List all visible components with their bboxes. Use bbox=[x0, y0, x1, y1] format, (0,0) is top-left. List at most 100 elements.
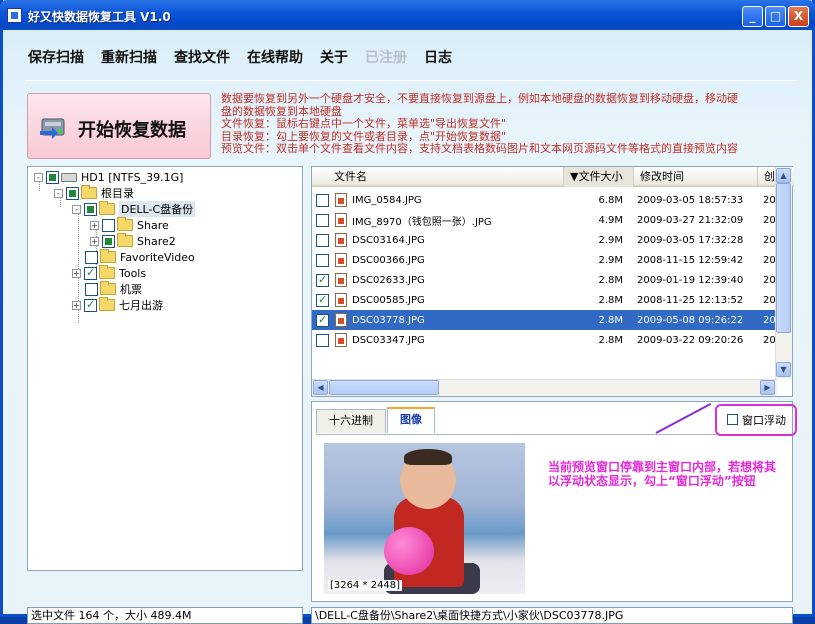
tree-node-share[interactable]: + Share bbox=[90, 217, 169, 233]
list-horizontal-scrollbar[interactable]: ◀ ▶ bbox=[312, 379, 777, 396]
file-row[interactable]: DSC03164.JPG 2.9M 2009-03-05 17:32:28 20 bbox=[312, 230, 777, 250]
folder-icon bbox=[99, 201, 115, 215]
row-checkbox[interactable] bbox=[316, 233, 329, 247]
folder-icon bbox=[81, 185, 97, 199]
menu-bar: 保存扫描 重新扫描 查找文件 在线帮助 关于 已注册 日志 bbox=[28, 47, 469, 67]
file-row[interactable]: IMG_8970（钱包照一张）.JPG 4.9M 2009-03-27 21:3… bbox=[312, 210, 777, 230]
tree-label: 根目录 bbox=[101, 187, 134, 200]
tree-label: 机票 bbox=[120, 283, 142, 296]
image-file-icon bbox=[335, 293, 347, 307]
recovery-icon bbox=[40, 118, 65, 139]
menu-about[interactable]: 关于 bbox=[320, 47, 348, 67]
tree-checkbox[interactable] bbox=[102, 234, 115, 248]
folder-icon bbox=[100, 281, 116, 295]
title-bar[interactable]: 好又快数据恢复工具 V1.0 _ □ X bbox=[0, 0, 815, 30]
scroll-thumb[interactable] bbox=[776, 183, 791, 333]
row-checkbox[interactable] bbox=[316, 253, 329, 267]
float-window-highlight: 窗口浮动 bbox=[715, 404, 797, 436]
row-checkbox[interactable] bbox=[316, 213, 329, 227]
file-time: 2008-11-15 12:59:42 bbox=[637, 254, 744, 266]
expand-toggle[interactable]: + bbox=[72, 268, 81, 278]
file-row[interactable]: DSC03347.JPG 2.8M 2009-03-22 09:20:26 20 bbox=[312, 330, 777, 350]
directory-tree[interactable]: - HD1 [NTFS_39.1G] - 根目录 - DELL-C盘备份 + S… bbox=[27, 166, 303, 571]
file-name: DSC03778.JPG bbox=[352, 314, 425, 326]
file-size: 2.8M bbox=[598, 314, 623, 326]
row-checkbox[interactable] bbox=[316, 333, 329, 347]
folder-icon bbox=[117, 217, 133, 231]
close-button[interactable]: X bbox=[788, 6, 809, 27]
file-created: 20 bbox=[763, 334, 776, 346]
row-checkbox[interactable] bbox=[316, 313, 329, 327]
tree-checkbox[interactable] bbox=[85, 250, 98, 264]
row-checkbox[interactable] bbox=[316, 273, 329, 287]
tree-node-share2[interactable]: + Share2 bbox=[90, 233, 176, 249]
scroll-left-arrow-icon[interactable]: ◀ bbox=[313, 380, 328, 395]
tree-checkbox[interactable] bbox=[84, 266, 97, 280]
expand-toggle[interactable]: - bbox=[34, 172, 43, 182]
file-size: 2.8M bbox=[598, 294, 623, 306]
expand-toggle[interactable]: - bbox=[72, 204, 81, 214]
tree-checkbox[interactable] bbox=[84, 202, 97, 216]
tree-label: Share2 bbox=[137, 234, 176, 248]
tree-label: DELL-C盘备份 bbox=[119, 201, 196, 217]
tree-checkbox[interactable] bbox=[46, 170, 59, 184]
tree-node-july-trip[interactable]: + 七月出游 bbox=[72, 297, 163, 313]
column-filename[interactable]: 文件名 bbox=[312, 167, 564, 187]
file-time: 2008-11-25 12:13:52 bbox=[637, 294, 744, 306]
expand-toggle[interactable]: - bbox=[54, 188, 63, 198]
menu-online-help[interactable]: 在线帮助 bbox=[247, 47, 303, 67]
scroll-up-arrow-icon[interactable]: ▲ bbox=[776, 168, 791, 183]
expand-toggle[interactable]: + bbox=[72, 300, 81, 310]
row-checkbox[interactable] bbox=[316, 293, 329, 307]
menu-log[interactable]: 日志 bbox=[424, 47, 452, 67]
file-time: 2009-03-05 17:32:28 bbox=[637, 234, 744, 246]
menu-rescan[interactable]: 重新扫描 bbox=[101, 47, 157, 67]
tab-image[interactable]: 图像 bbox=[387, 407, 435, 433]
file-time: 2009-05-08 09:26:22 bbox=[637, 314, 744, 326]
file-row[interactable]: DSC00366.JPG 2.9M 2008-11-15 12:59:42 20 bbox=[312, 250, 777, 270]
tree-checkbox[interactable] bbox=[84, 298, 97, 312]
menu-save-scan[interactable]: 保存扫描 bbox=[28, 47, 84, 67]
folder-icon bbox=[100, 249, 116, 263]
scroll-right-arrow-icon[interactable]: ▶ bbox=[760, 380, 775, 395]
tree-label: 七月出游 bbox=[119, 299, 163, 312]
drive-icon bbox=[61, 172, 77, 182]
file-row-selected[interactable]: DSC03778.JPG 2.8M 2009-05-08 09:26:22 20 bbox=[312, 310, 777, 330]
scroll-down-arrow-icon[interactable]: ▼ bbox=[776, 362, 791, 377]
list-vertical-scrollbar[interactable]: ▲ ▼ bbox=[775, 167, 792, 379]
file-row[interactable]: IMG_0584.JPG 6.8M 2009-03-05 18:57:33 20 bbox=[312, 190, 777, 210]
status-path: \DELL-C盘备份\Share2\桌面快捷方式\小家伙\DSC03778.JP… bbox=[311, 607, 793, 624]
expand-toggle[interactable]: + bbox=[90, 236, 99, 246]
tree-node-root[interactable]: - 根目录 bbox=[54, 185, 134, 201]
tree-node-tools[interactable]: + Tools bbox=[72, 265, 146, 281]
file-row[interactable]: DSC00585.JPG 2.8M 2008-11-25 12:13:52 20 bbox=[312, 290, 777, 310]
column-filesize[interactable]: ▼文件大小 bbox=[564, 167, 634, 187]
column-modified[interactable]: 修改时间 bbox=[634, 167, 758, 187]
tab-hex[interactable]: 十六进制 bbox=[316, 409, 386, 433]
tree-checkbox[interactable] bbox=[85, 282, 98, 296]
tree-node-favoritevideo[interactable]: FavoriteVideo bbox=[85, 249, 195, 265]
scroll-thumb[interactable] bbox=[329, 380, 439, 395]
expand-toggle[interactable]: + bbox=[90, 220, 99, 230]
tree-node-tickets[interactable]: 机票 bbox=[85, 281, 142, 297]
start-recovery-button[interactable]: 开始恢复数据 bbox=[27, 93, 211, 159]
tree-checkbox[interactable] bbox=[66, 186, 79, 200]
menu-registered: 已注册 bbox=[365, 50, 407, 66]
file-size: 6.8M bbox=[598, 194, 623, 206]
file-row[interactable]: DSC02633.JPG 2.8M 2009-01-19 12:39:40 20 bbox=[312, 270, 777, 290]
image-dimensions: [3264 * 2448] bbox=[328, 580, 403, 591]
minimize-button[interactable]: _ bbox=[742, 6, 763, 27]
tree-node-hd1[interactable]: - HD1 [NTFS_39.1G] bbox=[34, 169, 183, 185]
row-checkbox[interactable] bbox=[316, 193, 329, 207]
tree-label: Tools bbox=[119, 266, 147, 280]
status-selection: 选中文件 164 个，大小 489.4M bbox=[27, 607, 303, 624]
preview-image bbox=[324, 443, 525, 594]
maximize-button[interactable]: □ bbox=[765, 6, 786, 27]
file-created: 20 bbox=[763, 234, 776, 246]
tree-node-dell-backup[interactable]: - DELL-C盘备份 bbox=[72, 201, 196, 217]
app-icon bbox=[7, 8, 22, 23]
tree-checkbox[interactable] bbox=[102, 218, 115, 232]
file-list[interactable]: 文件名 ▼文件大小 修改时间 创 IMG_0584.JPG 6.8M 2009-… bbox=[311, 166, 794, 397]
menu-find-file[interactable]: 查找文件 bbox=[174, 47, 230, 67]
float-window-checkbox[interactable] bbox=[727, 414, 738, 425]
